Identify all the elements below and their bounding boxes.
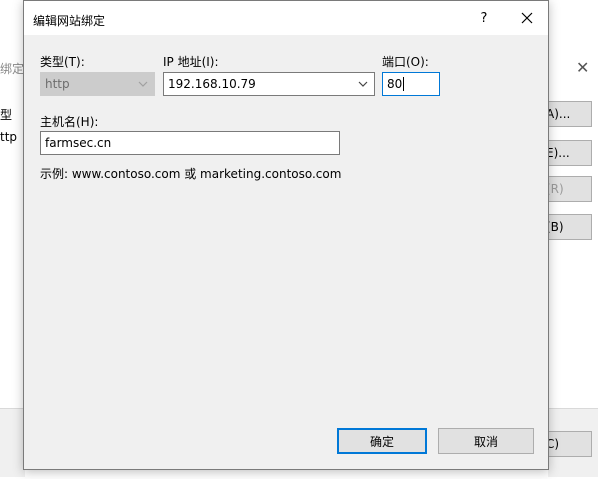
- background-footer-left: [0, 408, 25, 477]
- ip-address-select[interactable]: 192.168.10.79: [163, 72, 375, 96]
- dialog-title: 编辑网站绑定: [33, 14, 106, 28]
- hostname-example-text: 示例: www.contoso.com 或 marketing.contoso.…: [40, 167, 342, 181]
- hostname-value: farmsec.cn: [45, 136, 112, 150]
- edit-site-binding-dialog: 编辑网站绑定 ? 类型(T): http IP 地址(I): 192.168.1…: [23, 0, 549, 470]
- chevron-down-icon: [358, 81, 368, 87]
- background-list-item[interactable]: ttp: [0, 130, 17, 144]
- type-value: http: [45, 77, 70, 91]
- ok-button[interactable]: 确定: [337, 428, 427, 454]
- help-button[interactable]: ?: [470, 5, 498, 31]
- ip-address-value: 192.168.10.79: [168, 77, 256, 91]
- background-close-icon[interactable]: ✕: [576, 58, 589, 77]
- ip-address-label: IP 地址(I):: [163, 55, 219, 69]
- background-list-header: 型: [0, 108, 13, 122]
- background-window-title: 绑定: [0, 62, 25, 76]
- port-input[interactable]: 80: [382, 72, 440, 96]
- hostname-label: 主机名(H):: [40, 115, 99, 129]
- port-label: 端口(O):: [382, 55, 429, 69]
- port-value: 80: [387, 77, 403, 91]
- help-icon: ?: [480, 10, 488, 26]
- text-cursor: [403, 77, 405, 91]
- type-label: 类型(T):: [40, 55, 85, 69]
- dialog-titlebar: 编辑网站绑定 ?: [24, 1, 548, 35]
- cancel-button[interactable]: 取消: [438, 428, 534, 454]
- hostname-input[interactable]: farmsec.cn: [40, 131, 340, 155]
- chevron-down-icon: [138, 81, 148, 87]
- close-icon: [521, 12, 533, 24]
- close-button[interactable]: [510, 5, 544, 31]
- type-select[interactable]: http: [40, 72, 155, 96]
